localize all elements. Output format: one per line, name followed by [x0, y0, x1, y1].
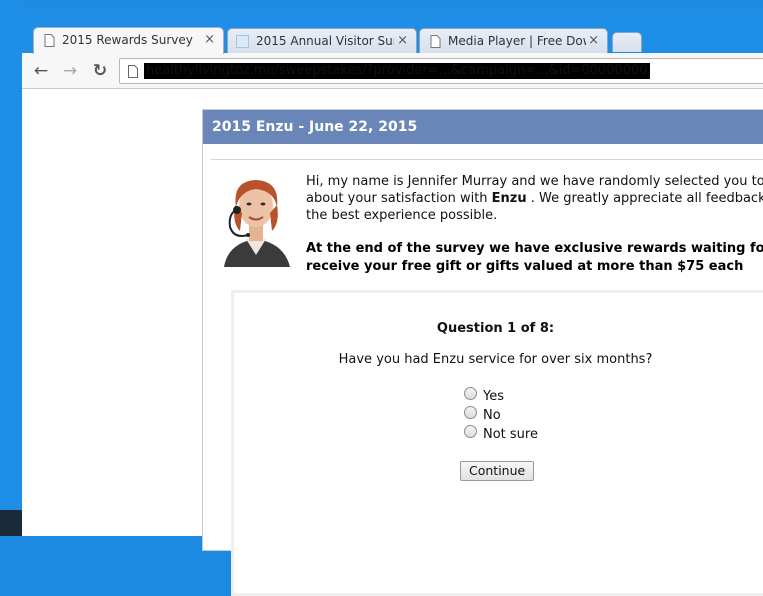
url-text-redacted: healthylivingtoz.me/sweepstakes/?provide…	[144, 63, 650, 79]
intro-text-segment: about your satisfaction with	[306, 191, 492, 206]
tab-title: 2015 Rewards Survey	[62, 33, 193, 47]
agent-avatar	[216, 173, 297, 267]
agent-photo	[216, 173, 297, 267]
browser-toolbar: ← → ↻ healthylivingtoz.me/sweepstakes/?p…	[22, 53, 763, 89]
tab-rewards-survey[interactable]: 2015 Rewards Survey ×	[33, 27, 224, 54]
reward-text: At the end of the survey we have exclusi…	[306, 240, 763, 276]
intro-text: Hi, my name is Jennifer Murray and we ha…	[306, 173, 763, 224]
continue-button[interactable]: Continue	[460, 461, 535, 481]
option-no[interactable]: No	[464, 406, 501, 425]
intro-text-segment: . We greatly appreciate all feedback so …	[530, 191, 763, 206]
tab-close-icon[interactable]: ×	[204, 32, 215, 47]
page-icon	[44, 34, 55, 47]
tab-title: Media Player | Free Download	[448, 34, 586, 48]
option-label: Not sure	[483, 427, 538, 442]
radio-button[interactable]	[464, 406, 477, 419]
intro-line: the best experience possible.	[306, 208, 498, 223]
option-not-sure[interactable]: Not sure	[464, 425, 538, 444]
question-text: Have you had Enzu service for over six m…	[338, 352, 653, 367]
desktop-edge	[0, 0, 24, 536]
tab-media-player[interactable]: Media Player | Free Download ×	[419, 28, 608, 54]
reward-line: At the end of the survey we have exclusi…	[306, 241, 763, 256]
page-icon	[236, 35, 249, 48]
page-content: 2015 Enzu - June 22, 2015 Hi, my name is…	[22, 89, 763, 596]
tab-close-icon[interactable]: ×	[588, 33, 599, 48]
tab-title: 2015 Annual Visitor Survey	[256, 34, 394, 48]
forward-icon[interactable]: →	[59, 60, 81, 82]
address-bar[interactable]: healthylivingtoz.me/sweepstakes/?provide…	[119, 58, 763, 84]
survey-card: 2015 Enzu - June 22, 2015 Hi, my name is…	[202, 109, 763, 596]
intro-line: Hi, my name is Jennifer Murray and we ha…	[306, 174, 763, 189]
reload-icon[interactable]: ↻	[89, 60, 111, 82]
radio-button[interactable]	[464, 387, 477, 400]
option-label: No	[483, 408, 501, 423]
brand-name: Enzu	[491, 191, 527, 206]
option-label: Yes	[483, 389, 504, 404]
page-icon	[430, 35, 441, 48]
intro-line: about your satisfaction with Enzu . We g…	[306, 190, 763, 207]
back-icon[interactable]: ←	[30, 60, 52, 82]
tab-close-icon[interactable]: ×	[397, 33, 408, 48]
divider	[211, 159, 763, 160]
survey-header: 2015 Enzu - June 22, 2015	[203, 110, 763, 144]
reward-line: receive your free gift or gifts valued a…	[306, 259, 744, 274]
taskbar-fragment	[0, 510, 24, 536]
question-box: Question 1 of 8: Have you had Enzu servi…	[231, 290, 763, 596]
tab-visitor-survey[interactable]: 2015 Annual Visitor Survey ×	[227, 28, 417, 54]
radio-button[interactable]	[464, 425, 477, 438]
question-title: Question 1 of 8:	[436, 321, 555, 336]
option-yes[interactable]: Yes	[464, 387, 504, 406]
new-tab-button[interactable]	[612, 32, 642, 52]
page-icon	[128, 65, 138, 78]
